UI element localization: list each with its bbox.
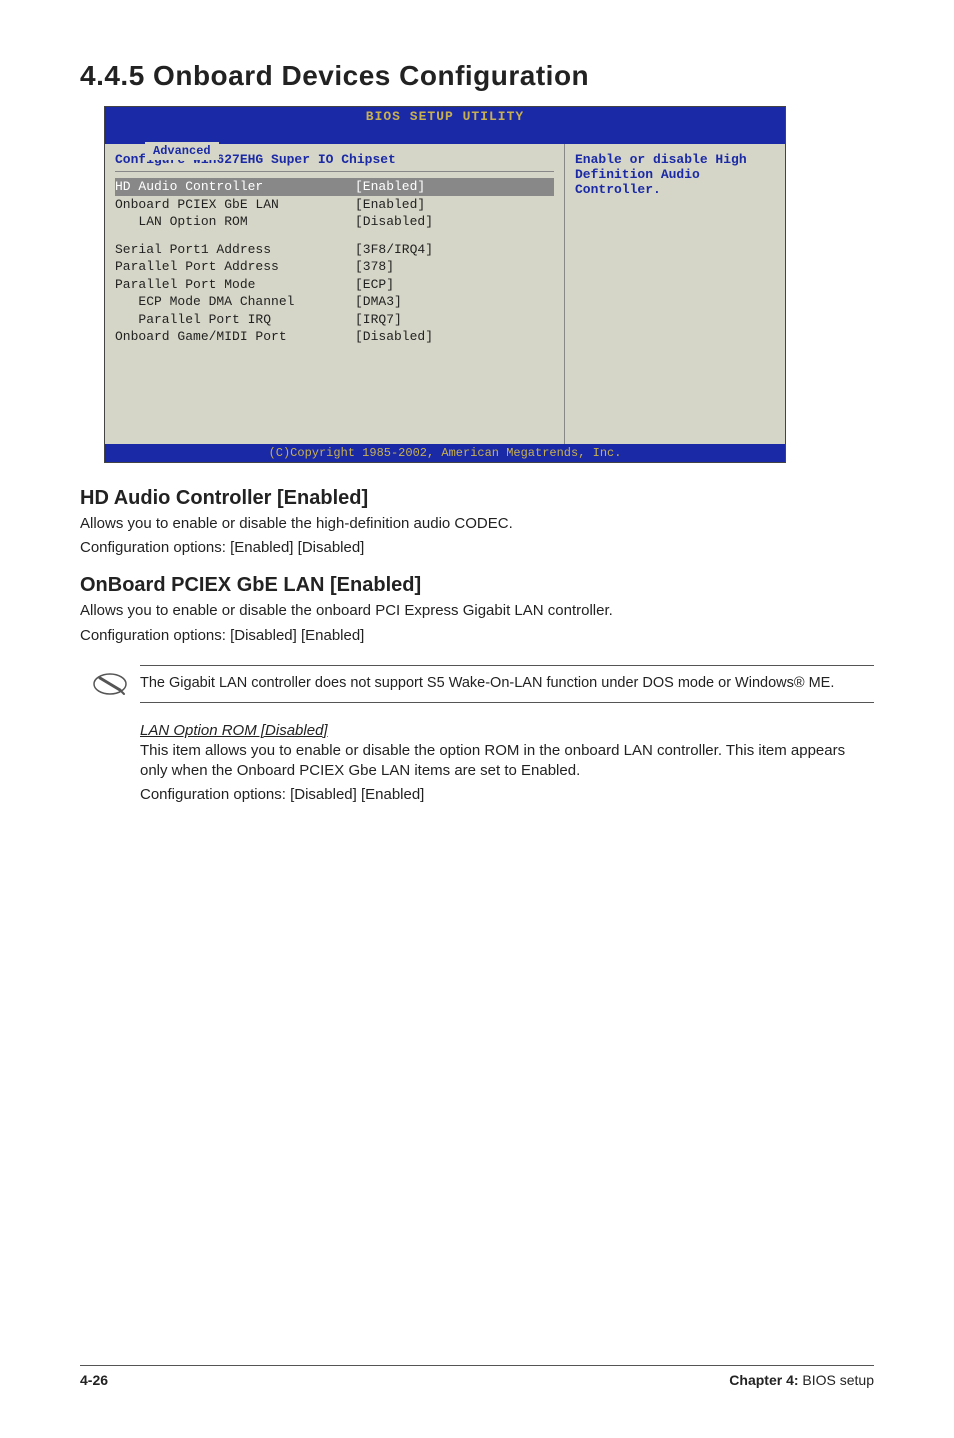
bios-row-value: [378] xyxy=(355,258,554,276)
bios-row: HD Audio Controller [Enabled] xyxy=(115,178,554,196)
bios-row-value: [3F8/IRQ4] xyxy=(355,241,554,259)
note-block: The Gigabit LAN controller does not supp… xyxy=(80,664,874,704)
bios-copyright: (C)Copyright 1985-2002, American Megatre… xyxy=(105,444,785,462)
bios-row-value: [IRQ7] xyxy=(355,311,554,329)
note-text: The Gigabit LAN controller does not supp… xyxy=(140,665,874,703)
chapter-text: BIOS setup xyxy=(802,1372,874,1388)
bios-title: BIOS SETUP UTILITY xyxy=(105,107,785,126)
bios-row-label: HD Audio Controller xyxy=(115,178,355,196)
body-text: This item allows you to enable or disabl… xyxy=(140,741,874,782)
bios-row: Serial Port1 Address [3F8/IRQ4] xyxy=(115,241,554,259)
note-icon xyxy=(80,664,140,704)
body-text: Allows you to enable or disable the onbo… xyxy=(80,601,874,621)
bios-row-label: Parallel Port Address xyxy=(115,258,355,276)
body-text: Configuration options: [Disabled] [Enabl… xyxy=(80,626,874,646)
bios-row-value: [DMA3] xyxy=(355,293,554,311)
bios-row-label: Parallel Port Mode xyxy=(115,276,355,294)
page-number: 4-26 xyxy=(80,1372,108,1388)
bios-row-label: Serial Port1 Address xyxy=(115,241,355,259)
bios-row-label: LAN Option ROM xyxy=(115,213,355,231)
bios-tabbar: Advanced xyxy=(105,126,785,144)
bios-row-label: Onboard PCIEX GbE LAN xyxy=(115,196,355,214)
bios-row: Parallel Port Address [378] xyxy=(115,258,554,276)
bios-row-value: [Disabled] xyxy=(355,213,554,231)
bios-row-value: [Enabled] xyxy=(355,178,554,196)
chapter-ref: Chapter 4: BIOS setup xyxy=(729,1372,874,1388)
section-heading: 4.4.5 Onboard Devices Configuration xyxy=(80,60,874,92)
bios-row: ECP Mode DMA Channel [DMA3] xyxy=(115,293,554,311)
body-text: Configuration options: [Disabled] [Enabl… xyxy=(140,785,874,805)
bios-left-panel: Configure Win627EHG Super IO Chipset HD … xyxy=(105,144,565,444)
bios-screenshot: BIOS SETUP UTILITY Advanced Configure Wi… xyxy=(104,106,786,463)
bios-row-value: [Disabled] xyxy=(355,328,554,346)
bios-row: LAN Option ROM [Disabled] xyxy=(115,213,554,231)
subsection-title: OnBoard PCIEX GbE LAN [Enabled] xyxy=(80,574,874,597)
chapter-label: Chapter 4: xyxy=(729,1372,802,1388)
bios-tab-advanced: Advanced xyxy=(145,142,219,160)
option-title: LAN Option ROM [Disabled] xyxy=(140,722,874,739)
option-block: LAN Option ROM [Disabled] This item allo… xyxy=(140,722,874,806)
bios-row-label: Parallel Port IRQ xyxy=(115,311,355,329)
bios-row: Parallel Port IRQ [IRQ7] xyxy=(115,311,554,329)
bios-row-label: ECP Mode DMA Channel xyxy=(115,293,355,311)
bios-row: Parallel Port Mode [ECP] xyxy=(115,276,554,294)
bios-row: Onboard PCIEX GbE LAN [Enabled] xyxy=(115,196,554,214)
body-text: Configuration options: [Enabled] [Disabl… xyxy=(80,538,874,558)
subsection-title: HD Audio Controller [Enabled] xyxy=(80,487,874,510)
bios-row: Onboard Game/MIDI Port [Disabled] xyxy=(115,328,554,346)
body-text: Allows you to enable or disable the high… xyxy=(80,514,874,534)
bios-row-value: [Enabled] xyxy=(355,196,554,214)
bios-row-label: Onboard Game/MIDI Port xyxy=(115,328,355,346)
bios-help-panel: Enable or disable High Definition Audio … xyxy=(565,144,785,444)
page-footer: 4-26 Chapter 4: BIOS setup xyxy=(80,1365,874,1388)
bios-row-value: [ECP] xyxy=(355,276,554,294)
